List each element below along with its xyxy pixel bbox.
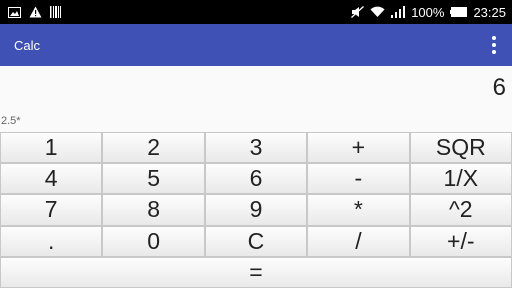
- battery-icon: [450, 7, 468, 17]
- status-bar: 100% 23:25: [0, 0, 512, 24]
- key-multiply[interactable]: *: [307, 194, 410, 226]
- key-decimal[interactable]: .: [0, 225, 103, 257]
- battery-percent: 100%: [411, 4, 445, 20]
- expression-display: 2.5*: [1, 115, 21, 127]
- key-plus[interactable]: +: [307, 132, 410, 164]
- image-icon: [8, 6, 21, 18]
- key-divide[interactable]: /: [307, 225, 410, 257]
- mute-icon: [351, 6, 365, 18]
- key-square-root[interactable]: SQR: [409, 132, 512, 164]
- signal-icon: [391, 6, 406, 18]
- key-9[interactable]: 9: [204, 194, 308, 226]
- status-time: 23:25: [473, 4, 506, 20]
- key-square[interactable]: ^2: [409, 194, 512, 226]
- keypad: 1 2 3 + SQR 4 5 6 - 1/X 7 8 9 * ^2 . 0 C…: [0, 132, 512, 288]
- calculator-display: 6 2.5*: [0, 66, 512, 132]
- key-5[interactable]: 5: [102, 163, 205, 195]
- key-reciprocal[interactable]: 1/X: [409, 163, 512, 195]
- app-bar: Calc: [0, 24, 512, 66]
- key-negate[interactable]: +/-: [409, 225, 512, 257]
- key-minus[interactable]: -: [307, 163, 410, 195]
- key-0[interactable]: 0: [102, 225, 205, 257]
- status-bar-right: 100% 23:25: [351, 5, 506, 20]
- key-7[interactable]: 7: [0, 194, 103, 226]
- key-4[interactable]: 4: [0, 163, 103, 195]
- key-2[interactable]: 2: [102, 132, 205, 164]
- key-clear[interactable]: C: [204, 225, 308, 257]
- key-1[interactable]: 1: [0, 132, 103, 164]
- key-8[interactable]: 8: [102, 194, 205, 226]
- warning-icon: [29, 6, 42, 18]
- key-equals[interactable]: =: [0, 256, 512, 288]
- barcode-icon: [50, 6, 61, 18]
- overflow-menu-icon[interactable]: [490, 32, 498, 58]
- app-title: Calc: [14, 37, 41, 53]
- result-display: 6: [492, 74, 506, 101]
- status-bar-left: [8, 6, 61, 18]
- key-6[interactable]: 6: [204, 163, 308, 195]
- wifi-icon: [370, 6, 385, 18]
- key-3[interactable]: 3: [204, 132, 308, 164]
